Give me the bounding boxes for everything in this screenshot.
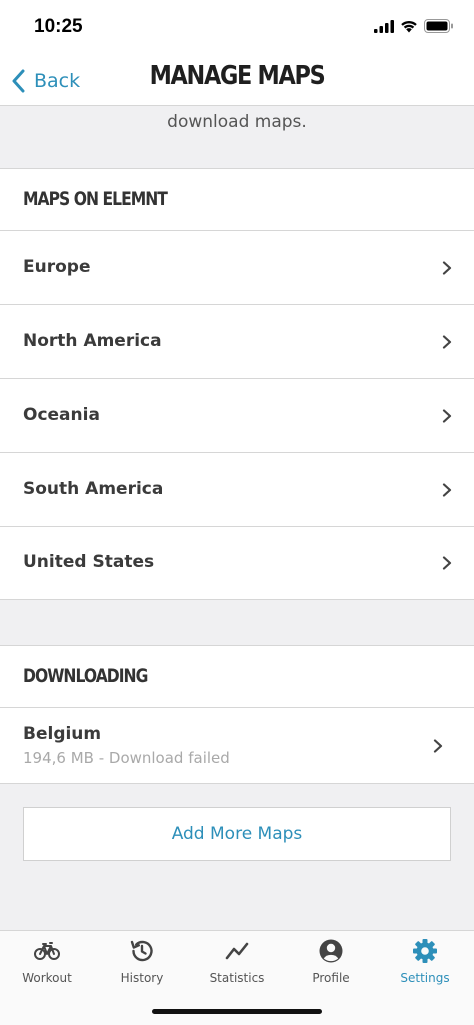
map-label: South America — [23, 479, 164, 499]
tab-profile[interactable]: Profile — [284, 937, 378, 993]
tab-label: Settings — [400, 971, 450, 985]
status-icons — [374, 19, 454, 33]
map-row-south-america[interactable]: South America — [0, 453, 474, 527]
download-status: 194,6 MB - Download failed — [23, 749, 230, 767]
map-label: Europe — [23, 257, 91, 277]
profile-icon — [319, 939, 343, 963]
section-title: DOWNLOADING — [23, 665, 148, 687]
info-text: download maps. — [167, 112, 307, 132]
chevron-right-icon — [442, 556, 452, 570]
chevron-right-icon — [442, 261, 452, 275]
home-indicator — [152, 1009, 322, 1014]
tab-label: History — [120, 971, 164, 985]
tab-history[interactable]: History — [95, 937, 189, 993]
map-row-oceania[interactable]: Oceania — [0, 379, 474, 453]
tab-label: Profile — [312, 971, 350, 985]
tab-label: Workout — [22, 971, 72, 985]
tab-workout[interactable]: Workout — [0, 937, 94, 993]
gear-icon — [413, 939, 437, 963]
map-label: Oceania — [23, 405, 100, 425]
chevron-right-icon — [433, 739, 443, 753]
map-label: United States — [23, 552, 155, 572]
download-row-belgium[interactable]: Belgium 194,6 MB - Download failed — [0, 708, 474, 784]
add-more-maps-button[interactable]: Add More Maps — [23, 807, 451, 861]
cellular-signal-icon — [374, 19, 394, 33]
chevron-right-icon — [442, 335, 452, 349]
tab-statistics[interactable]: Statistics — [190, 937, 284, 993]
navigation-bar: Back MANAGE MAPS — [0, 56, 474, 106]
map-row-north-america[interactable]: North America — [0, 305, 474, 379]
chevron-right-icon — [442, 483, 452, 497]
chevron-left-icon — [12, 69, 25, 93]
wifi-icon — [401, 20, 417, 32]
tab-settings[interactable]: Settings — [378, 937, 472, 993]
section-header-downloading: DOWNLOADING — [0, 646, 474, 708]
bicycle-icon — [34, 942, 60, 960]
page-title: MANAGE MAPS — [149, 61, 326, 91]
section-title: MAPS ON ELEMNT — [23, 188, 168, 210]
status-bar: 10:25 — [0, 0, 474, 56]
manage-maps-screen: 10:25 Back MANAGE MAPS download maps. MA… — [0, 0, 474, 1025]
section-header-maps-on-elemnt: MAPS ON ELEMNT — [0, 169, 474, 231]
history-icon — [130, 940, 153, 962]
tab-label: Statistics — [209, 971, 265, 985]
map-label: North America — [23, 331, 162, 351]
statistics-icon — [225, 942, 249, 960]
download-label: Belgium — [23, 724, 102, 744]
battery-icon — [424, 19, 453, 33]
status-time: 10:25 — [34, 16, 83, 37]
info-area: download maps. — [0, 106, 474, 169]
map-row-united-states[interactable]: United States — [0, 527, 474, 600]
chevron-right-icon — [442, 409, 452, 423]
section-spacer — [0, 600, 474, 646]
map-row-europe[interactable]: Europe — [0, 231, 474, 305]
